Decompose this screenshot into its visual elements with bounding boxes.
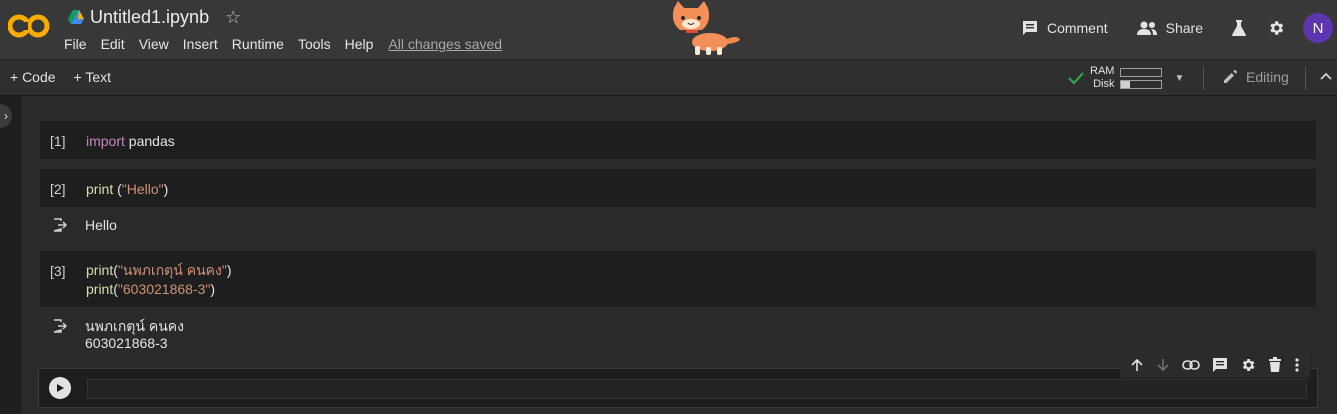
add-code-button[interactable]: + Code [10, 69, 56, 85]
code-token: import [86, 133, 125, 149]
code-token: ) [226, 262, 232, 278]
code-cell[interactable]: [1] import pandas [40, 121, 1316, 159]
ram-label: RAM [1090, 65, 1115, 77]
colab-logo-icon[interactable] [8, 12, 50, 40]
output-text: นพภเกตุน์ คนคง 603021868-3 [85, 318, 184, 352]
comment-button[interactable]: Comment [1021, 19, 1108, 37]
menu-edit[interactable]: Edit [101, 36, 125, 52]
gear-icon[interactable] [1240, 357, 1256, 373]
move-down-icon[interactable] [1156, 358, 1170, 372]
cell-code[interactable]: print("นพภเกตุน์ คนคง") print("603021868-… [86, 261, 232, 299]
editing-label: Editing [1246, 69, 1289, 85]
code-token: pandas [124, 133, 175, 149]
code-line: import pandas [86, 132, 175, 151]
output-icon[interactable] [52, 217, 68, 233]
add-text-button[interactable]: + Text [74, 69, 112, 85]
code-line: print("นพภเกตุน์ คนคง") [86, 261, 232, 280]
gear-icon [1270, 21, 1284, 35]
title-row: Untitled1.ipynb ☆ [68, 6, 241, 28]
execution-count: [3] [50, 263, 66, 279]
menu-bar: File Edit View Insert Runtime Tools Help… [64, 36, 516, 52]
code-token: "603021868-3" [117, 281, 211, 297]
star-icon[interactable]: ☆ [225, 8, 241, 26]
comment-icon [1022, 21, 1037, 35]
user-avatar[interactable]: N [1303, 13, 1333, 43]
code-token: print [86, 281, 114, 297]
code-token: ) [163, 181, 169, 197]
cell-code[interactable]: print ("Hello") [86, 180, 168, 199]
pencil-icon [1224, 69, 1238, 83]
cat-mascot-icon [672, 1, 740, 55]
menu-view[interactable]: View [139, 36, 169, 52]
share-label: Share [1165, 20, 1203, 36]
cell-toolbar [1120, 352, 1310, 378]
connected-check-icon [1068, 72, 1084, 85]
code-token: print [86, 181, 114, 197]
code-line: print("603021868-3") [86, 280, 232, 299]
editing-mode-button[interactable]: Editing [1222, 69, 1289, 85]
comment-icon[interactable] [1212, 357, 1228, 373]
menu-tools[interactable]: Tools [298, 36, 331, 52]
menu-runtime[interactable]: Runtime [232, 36, 284, 52]
toolbar-divider [1203, 66, 1204, 90]
left-panel-strip [0, 96, 22, 414]
code-cell[interactable]: [2] print ("Hello") [40, 169, 1316, 207]
menu-help[interactable]: Help [345, 36, 374, 52]
app-header: Untitled1.ipynb ☆ File Edit View Insert … [0, 0, 1337, 60]
output-line: 603021868-3 [85, 335, 168, 351]
people-icon [1136, 21, 1157, 35]
insert-buttons: + Code + Text [10, 69, 111, 85]
more-vert-icon[interactable] [1294, 358, 1300, 372]
code-editor-input[interactable] [87, 379, 1307, 399]
play-icon [57, 384, 64, 392]
disk-label: Disk [1093, 78, 1115, 90]
notebook-toolbar: + Code + Text RAM Disk ▼ Editing [0, 60, 1337, 96]
link-icon[interactable] [1182, 360, 1200, 370]
ram-bar [1120, 67, 1163, 77]
execution-count: [2] [50, 181, 66, 197]
cell-output: Hello [40, 215, 1316, 239]
resource-dropdown-icon[interactable]: ▼ [1174, 73, 1184, 84]
resource-labels: RAM Disk [1090, 65, 1114, 91]
toolbar-divider [1305, 66, 1306, 90]
header-actions: Comment Share N [1021, 0, 1337, 56]
code-token: ( [113, 181, 122, 197]
output-line: นพภเกตุน์ คนคง [85, 318, 184, 334]
code-token: "นพภเกตุน์ คนคง" [117, 262, 227, 278]
flask-icon [1232, 20, 1246, 36]
code-token: "Hello" [121, 181, 164, 197]
trash-icon[interactable] [1268, 357, 1282, 373]
chevron-up-icon[interactable] [1320, 72, 1332, 80]
drive-icon [68, 10, 84, 24]
menu-insert[interactable]: Insert [183, 36, 218, 52]
disk-bar [1120, 79, 1163, 89]
code-cell[interactable]: [3] print("นพภเกตุน์ คนคง") print("603021… [40, 251, 1316, 307]
comment-label: Comment [1046, 20, 1108, 36]
execution-count: [1] [50, 133, 66, 149]
code-line: print ("Hello") [86, 180, 168, 199]
run-cell-button[interactable] [49, 377, 71, 399]
settings-button[interactable] [1267, 19, 1285, 37]
code-token: print [86, 262, 114, 278]
move-up-icon[interactable] [1130, 358, 1144, 372]
resource-indicator[interactable]: RAM Disk ▼ [1068, 65, 1184, 91]
cell-output: นพภเกตุน์ คนคง 603021868-3 [40, 316, 1316, 356]
notebook-title[interactable]: Untitled1.ipynb [90, 7, 209, 28]
code-token: ) [210, 281, 216, 297]
share-button[interactable]: Share [1136, 20, 1203, 36]
save-status[interactable]: All changes saved [388, 36, 502, 52]
output-text: Hello [85, 217, 117, 233]
menu-file[interactable]: File [64, 36, 87, 52]
output-icon[interactable] [52, 318, 68, 334]
cell-code[interactable]: import pandas [86, 132, 175, 151]
disk-bar-fill [1121, 80, 1131, 88]
resource-bars [1120, 67, 1163, 89]
labs-button[interactable] [1231, 19, 1247, 37]
